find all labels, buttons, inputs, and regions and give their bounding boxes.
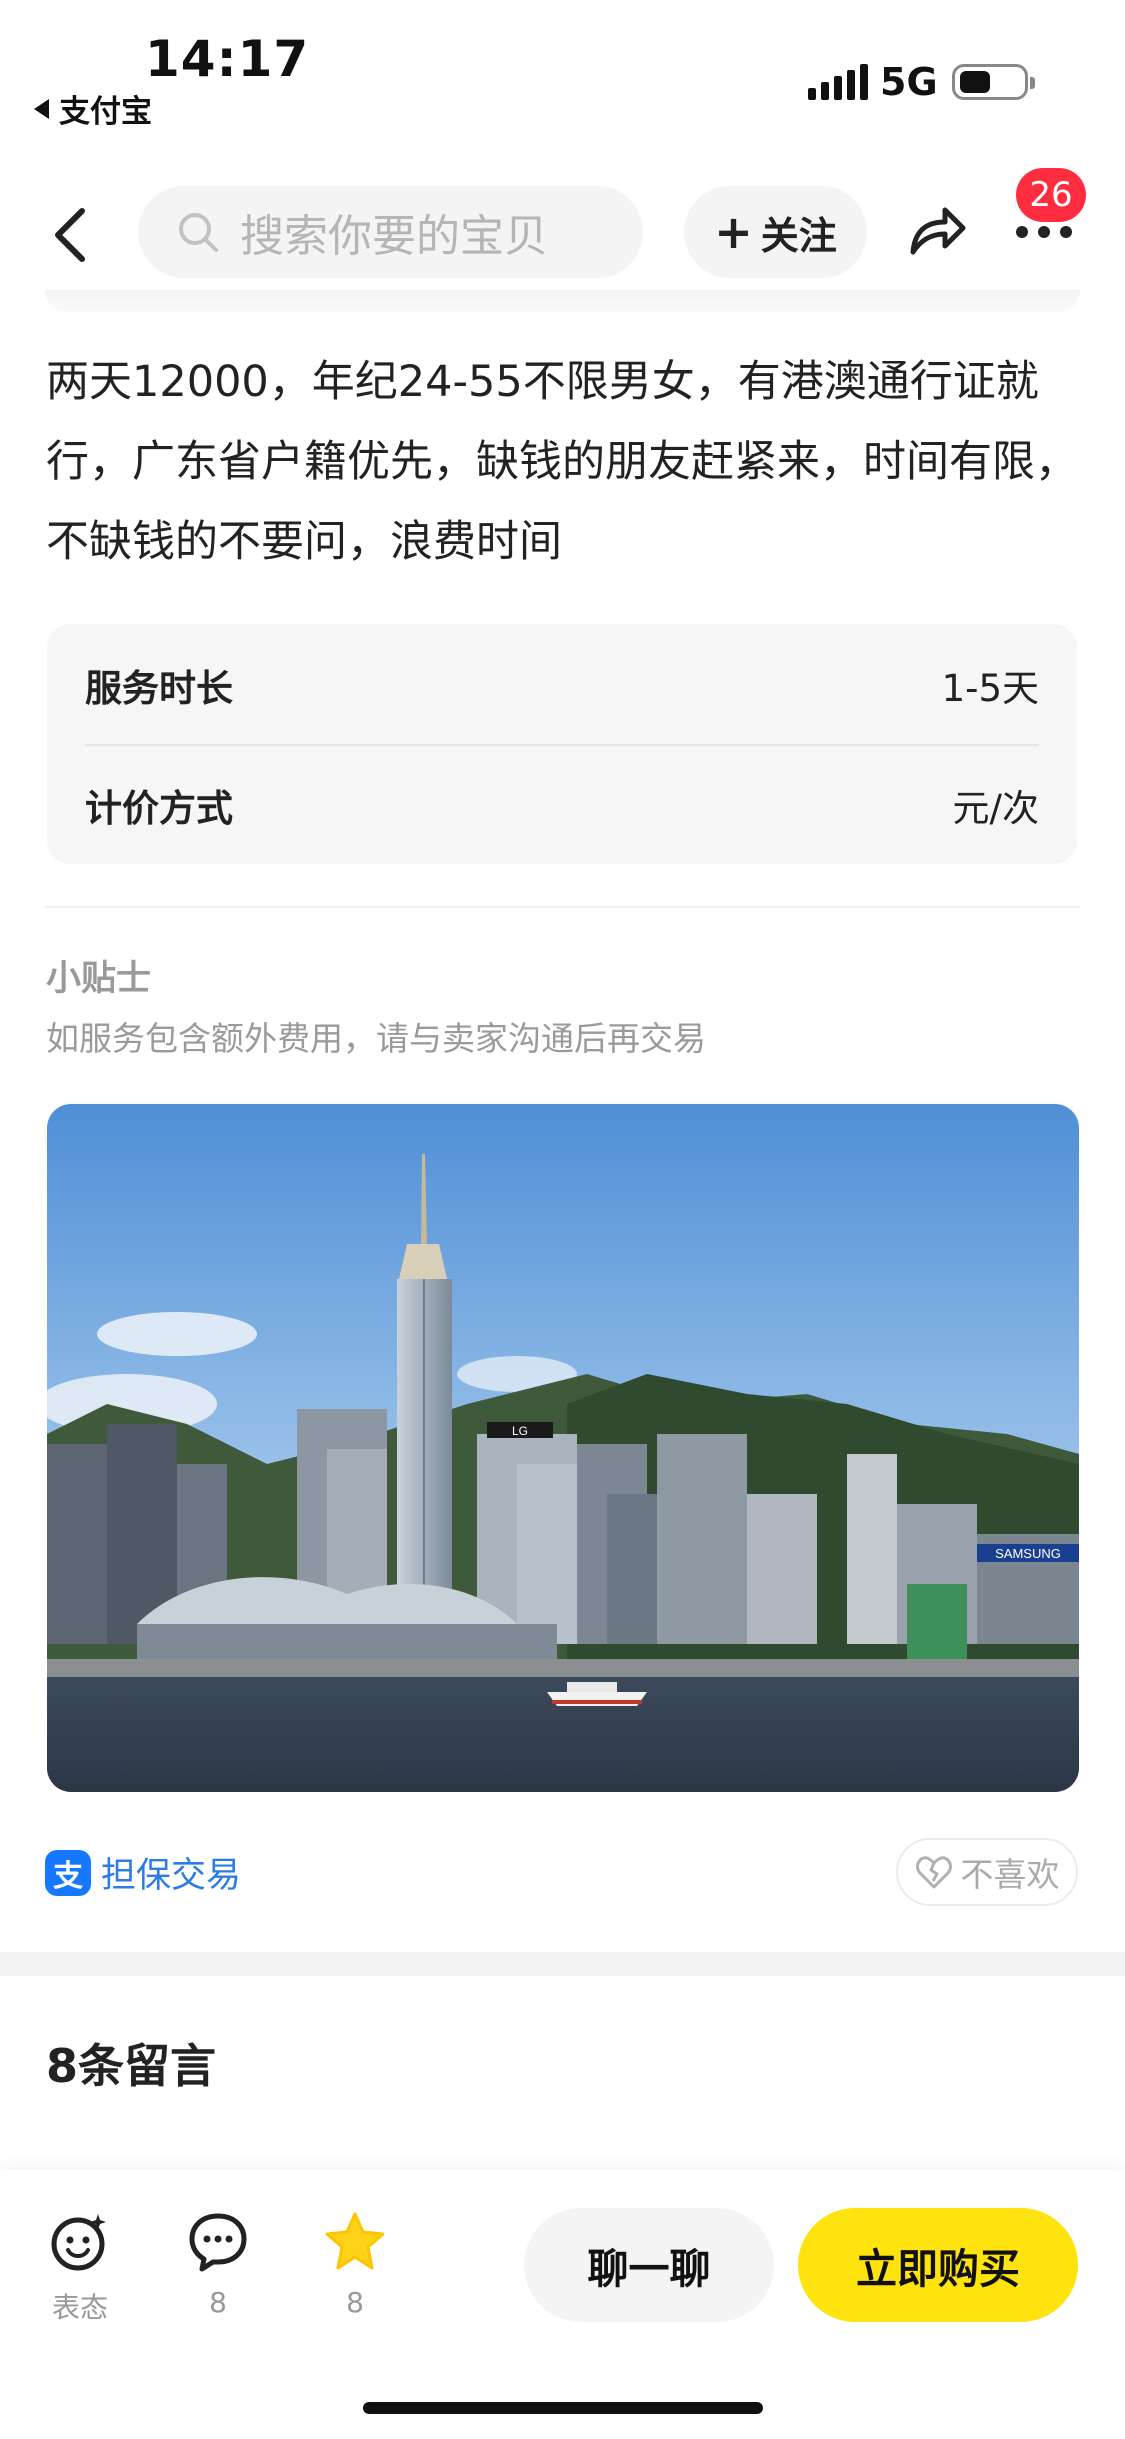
- tips-title: 小贴士: [46, 959, 152, 999]
- favorite-button[interactable]: 8: [315, 2210, 395, 2319]
- guarantee-link[interactable]: 支 担保交易: [45, 1847, 241, 1898]
- tips-text: 如服务包含额外费用，请与卖家沟通后再交易: [46, 1019, 706, 1058]
- follow-label: 关注: [760, 213, 837, 258]
- search-icon: [179, 213, 218, 252]
- section-separator: [0, 1952, 1125, 1976]
- signal-icon: [808, 64, 868, 100]
- back-triangle-icon: [34, 98, 49, 119]
- search-input[interactable]: 搜索你要的宝贝: [138, 186, 643, 278]
- samsung-sign-text: SAMSUNG: [995, 1546, 1061, 1561]
- info-row-duration: 服务时长 1-5天: [85, 626, 1039, 744]
- battery-icon: [952, 64, 1035, 100]
- chat-button[interactable]: 聊一聊: [524, 2208, 774, 2322]
- comment-count: 8: [209, 2286, 227, 2319]
- service-info-card: 服务时长 1-5天 计价方式 元/次: [47, 624, 1077, 864]
- share-icon[interactable]: [905, 198, 969, 262]
- buy-now-button[interactable]: 立即购买: [798, 2208, 1078, 2322]
- star-icon: [325, 2212, 385, 2270]
- broken-heart-icon: [915, 1856, 952, 1889]
- lg-sign-text: LG: [512, 1424, 528, 1438]
- home-indicator: [363, 2402, 763, 2414]
- info-row-pricing: 计价方式 元/次: [85, 746, 1039, 864]
- comments-title: 8条留言: [46, 2039, 217, 2093]
- message-badge: 26: [1016, 168, 1086, 222]
- section-divider: [45, 906, 1080, 908]
- react-label: 表态: [51, 2291, 108, 2324]
- network-type: 5G: [880, 60, 938, 104]
- comment-button[interactable]: 8: [178, 2210, 258, 2319]
- bottom-action-bar: 表态 8 8 聊一聊 立即购买: [0, 2170, 1125, 2439]
- dislike-label: 不喜欢: [960, 1855, 1060, 1894]
- search-placeholder: 搜索你要的宝贝: [240, 211, 548, 262]
- alipay-icon: 支: [45, 1849, 91, 1896]
- status-time: 14:17: [145, 30, 310, 88]
- back-arrow-icon[interactable]: [48, 205, 92, 265]
- info-key: 服务时长: [85, 667, 233, 710]
- follow-button[interactable]: + 关注: [684, 186, 867, 278]
- react-button[interactable]: 表态: [40, 2210, 120, 2326]
- skyline-image: LG SAMSUNG: [47, 1104, 1079, 1792]
- emoji-react-icon: [51, 2214, 106, 2271]
- item-photo[interactable]: LG SAMSUNG: [47, 1104, 1079, 1792]
- info-key: 计价方式: [85, 787, 233, 830]
- more-options-icon[interactable]: [1016, 226, 1072, 238]
- back-app-label: 支付宝: [59, 94, 152, 130]
- plus-icon: +: [714, 205, 753, 259]
- back-to-app-link[interactable]: 支付宝: [34, 86, 152, 131]
- info-value: 1-5天: [941, 667, 1039, 710]
- info-value: 元/次: [952, 787, 1039, 830]
- top-divider: [45, 290, 1080, 312]
- comment-bubble-icon: [189, 2213, 247, 2272]
- dislike-button[interactable]: 不喜欢: [896, 1838, 1078, 1906]
- favorite-count: 8: [346, 2286, 364, 2319]
- guarantee-label: 担保交易: [101, 1856, 242, 1896]
- item-description: 两天12000，年纪24-55不限男女，有港澳通行证就行，广东省户籍优先，缺钱的…: [46, 357, 1078, 567]
